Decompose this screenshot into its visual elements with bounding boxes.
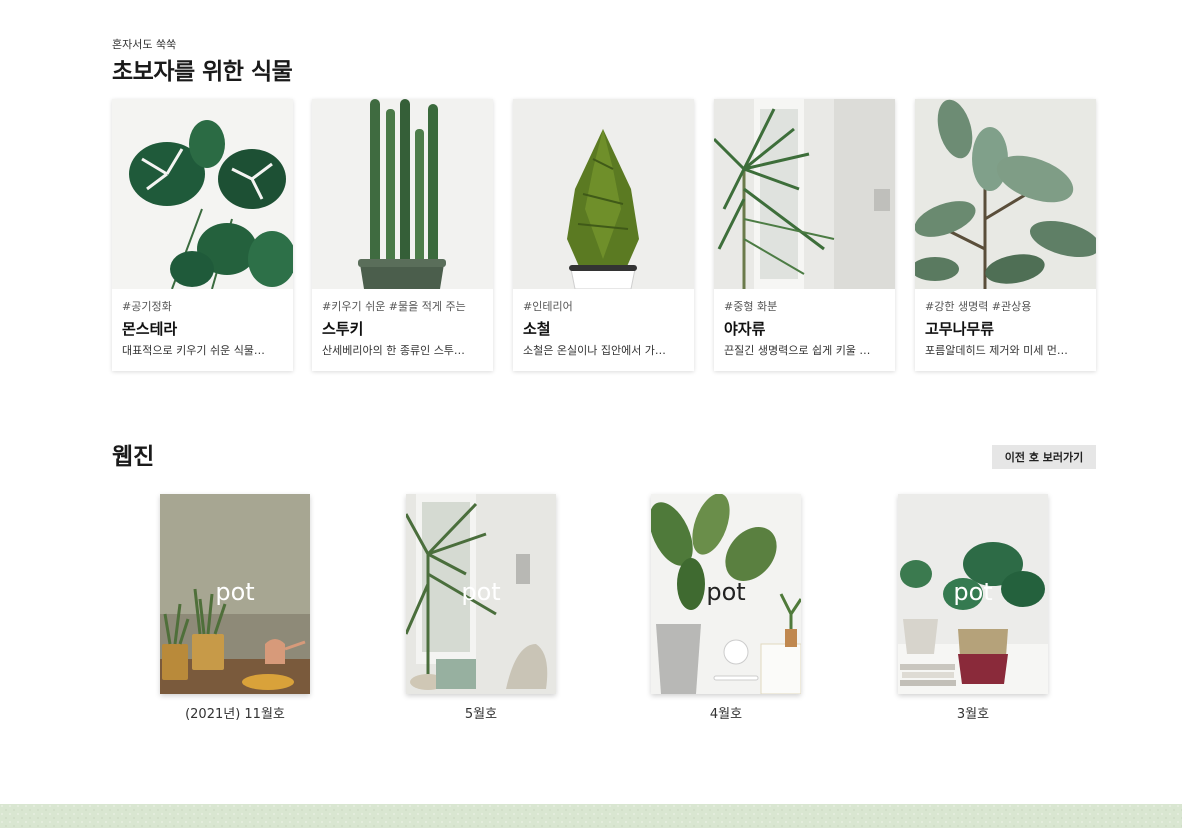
plant-name: 야자류 — [724, 320, 766, 338]
monstera-plant-image — [112, 99, 293, 289]
rubber-tree-plant-image — [915, 99, 1096, 289]
plant-name: 소철 — [523, 320, 551, 338]
webzine-issue-label: 4월호 — [709, 707, 743, 722]
webzine-issue[interactable]: pot 3월호 — [898, 494, 1048, 722]
stuckyi-plant-image — [312, 99, 493, 289]
plant-tags: #중형 화분 — [724, 300, 778, 313]
plant-card[interactable]: #공기정화 몬스테라 대표적으로 키우기 쉬운 식물… — [112, 99, 293, 371]
webzine-cover-image: pot — [651, 494, 801, 694]
plant-name: 고무나무류 — [925, 320, 995, 338]
plant-card[interactable]: #중형 화분 야자류 끈질긴 생명력으로 쉽게 키울 … — [714, 99, 895, 371]
webzine-cover-image: pot — [898, 494, 1048, 694]
webzine-cover-image: pot — [160, 494, 310, 694]
webzine-issue-label: 3월호 — [956, 707, 990, 722]
plant-card[interactable]: #키우기 쉬운 #물을 적게 주는 스투키 산세베리아의 한 종류인 스투… — [312, 99, 493, 371]
plant-tags: #강한 생명력 #관상용 — [925, 300, 1032, 313]
plant-description: 대표적으로 키우기 쉬운 식물… — [122, 344, 265, 357]
webzine-issue-label: (2021년) 11월호 — [185, 707, 285, 722]
plant-description: 포름알데히드 제거와 미세 먼… — [925, 344, 1068, 357]
plant-tags: #키우기 쉬운 #물을 적게 주는 — [322, 300, 466, 313]
webzine-issue[interactable]: pot (2021년) 11월호 — [160, 494, 310, 722]
plant-tags: #인테리어 — [523, 300, 573, 313]
plant-card[interactable]: #인테리어 소철 소철은 온실이나 집안에서 가… — [513, 99, 694, 371]
cover-logo: pot — [461, 578, 500, 606]
footer-band — [0, 804, 1182, 828]
webzine-title: 웹진 — [112, 444, 155, 470]
plant-card-list: #공기정화 몬스테라 대표적으로 키우기 쉬운 식물… #키우기 쉬운 #물을 … — [112, 99, 1096, 371]
plant-tags: #공기정화 — [122, 300, 172, 313]
plant-description: 산세베리아의 한 종류인 스투… — [322, 344, 465, 357]
cover-logo: pot — [215, 578, 254, 606]
plant-description: 끈질긴 생명력으로 쉽게 키울 … — [724, 344, 871, 357]
plant-name: 몬스테라 — [122, 320, 178, 338]
previous-issues-button[interactable]: 이전 호 보러가기 — [992, 445, 1096, 469]
plant-description: 소철은 온실이나 집안에서 가… — [523, 344, 666, 357]
cover-logo: pot — [706, 578, 745, 606]
webzine-issue[interactable]: pot 5월호 — [406, 494, 556, 722]
section-title: 초보자를 위한 식물 — [112, 59, 293, 85]
cover-logo: pot — [953, 578, 992, 606]
cycad-plant-image — [513, 99, 694, 289]
beginner-section-header: 혼자서도 쑥쑥 초보자를 위한 식물 — [112, 38, 1096, 88]
webzine-issue[interactable]: pot 4월호 — [651, 494, 801, 722]
section-eyebrow: 혼자서도 쑥쑥 — [112, 38, 177, 51]
webzine-issue-label: 5월호 — [464, 707, 498, 722]
plant-card[interactable]: #강한 생명력 #관상용 고무나무류 포름알데히드 제거와 미세 먼… — [915, 99, 1096, 371]
webzine-cover-image: pot — [406, 494, 556, 694]
plant-name: 스투키 — [322, 320, 364, 338]
palm-plant-image — [714, 99, 895, 289]
